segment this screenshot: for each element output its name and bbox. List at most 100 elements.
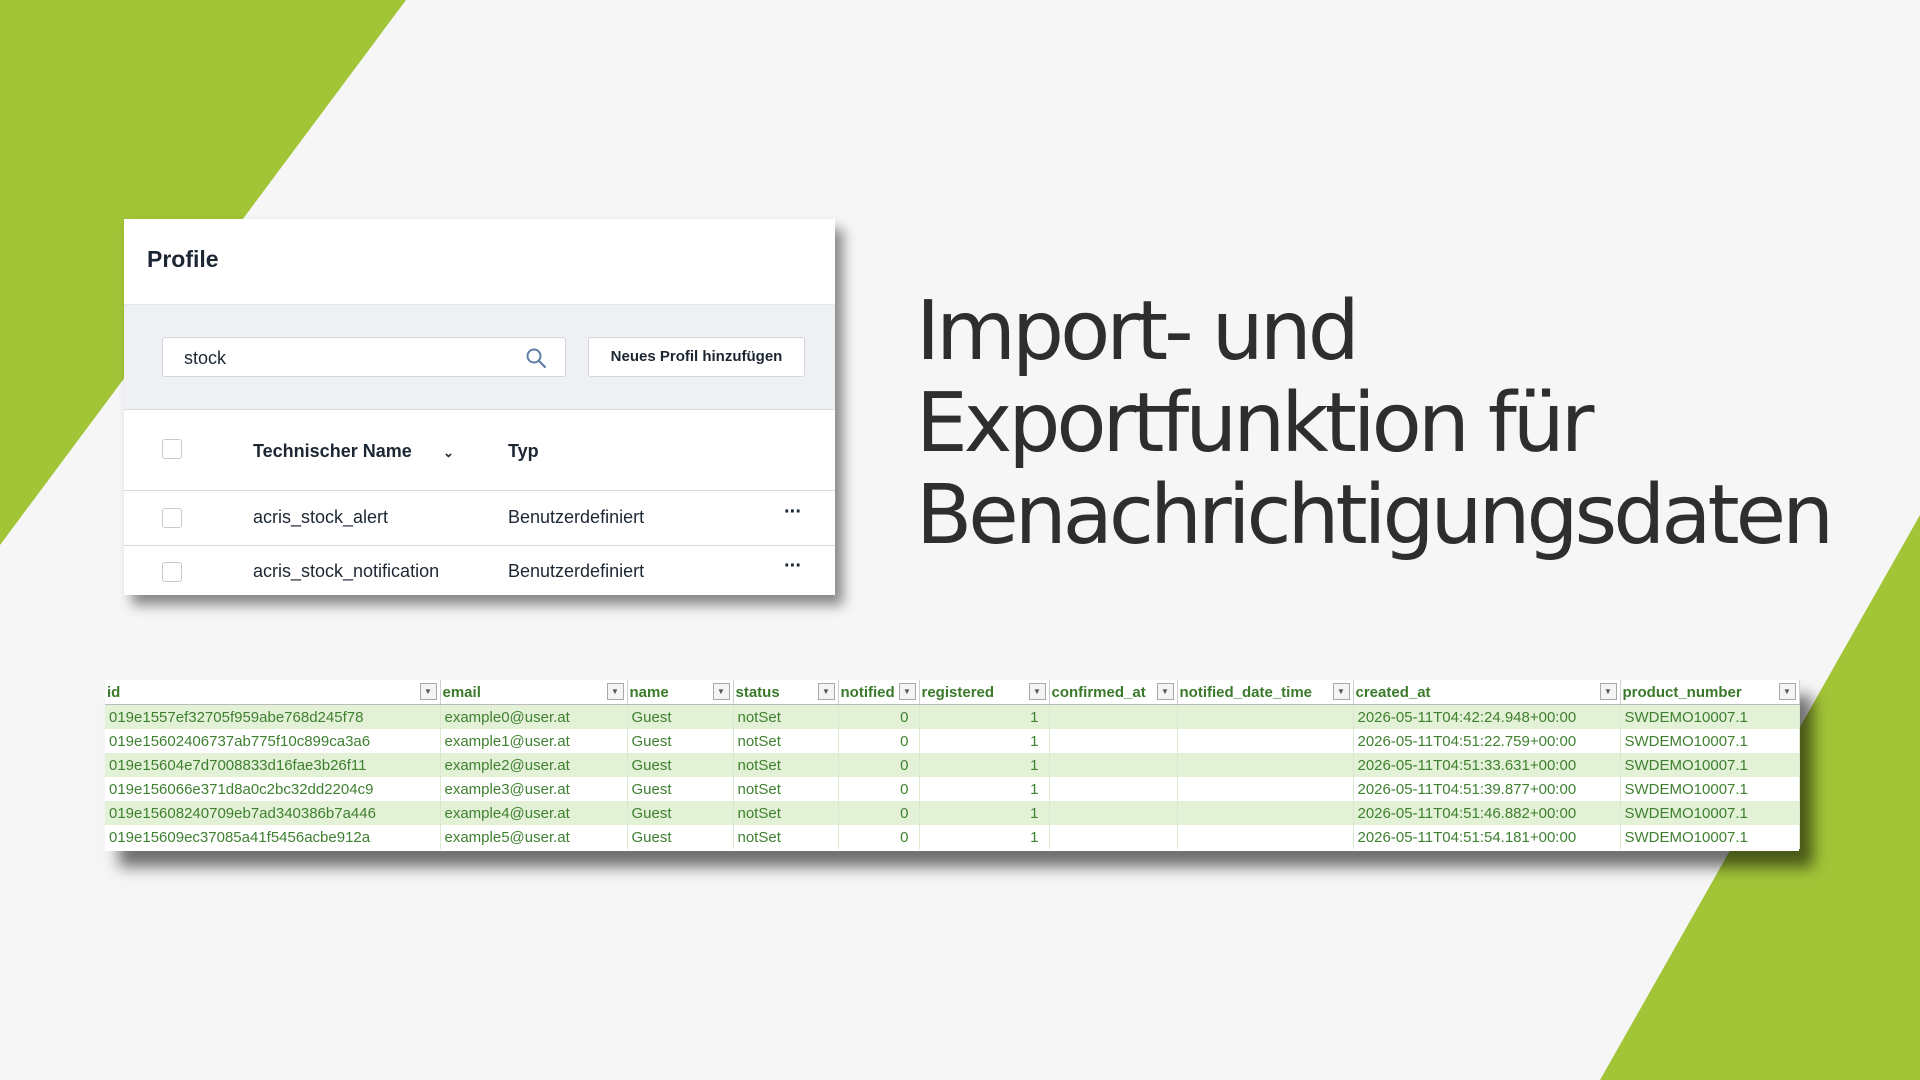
sheet-cell[interactable]: notSet [733,729,839,753]
sheet-cell[interactable]: example4@user.at [440,801,628,825]
sheet-cell[interactable]: 1 [919,777,1050,801]
sheet-cell[interactable] [1049,753,1178,777]
sheet-cell[interactable] [1177,825,1354,849]
filter-dropdown-icon[interactable]: ▼ [606,683,624,700]
sheet-cell[interactable] [1177,704,1354,729]
sheet-cell[interactable]: SWDEMO10007.1 [1620,801,1800,825]
sheet-cell[interactable] [1049,704,1178,729]
sheet-row[interactable]: 019e15608240709eb7ad340386b7a446 example4… [105,801,1800,825]
filter-dropdown-icon[interactable]: ▼ [1599,683,1617,700]
sheet-cell[interactable]: 019e15608240709eb7ad340386b7a446 [105,801,441,825]
filter-dropdown-icon[interactable]: ▼ [1028,683,1046,700]
sheet-header-cell[interactable]: notified_date_time ▼ [1177,680,1354,705]
column-header-name[interactable]: Technischer Name [253,441,412,462]
sheet-cell[interactable]: SWDEMO10007.1 [1620,704,1800,729]
sheet-cell[interactable]: 2026-05-11T04:51:22.759+00:00 [1353,729,1621,753]
sheet-cell[interactable]: 2026-05-11T04:51:33.631+00:00 [1353,753,1621,777]
sheet-cell[interactable]: notSet [733,704,839,729]
sheet-cell[interactable] [1177,729,1354,753]
sheet-cell[interactable]: 1 [919,753,1050,777]
sheet-cell[interactable]: Guest [627,777,734,801]
sheet-header-cell[interactable]: status ▼ [733,680,839,705]
sheet-header-cell[interactable]: name ▼ [627,680,734,705]
filter-dropdown-icon[interactable]: ▼ [817,683,835,700]
sheet-cell[interactable]: SWDEMO10007.1 [1620,729,1800,753]
sheet-cell[interactable]: SWDEMO10007.1 [1620,825,1800,849]
sheet-cell[interactable]: 2026-05-11T04:51:39.877+00:00 [1353,777,1621,801]
sheet-cell[interactable] [1049,777,1178,801]
sheet-cell[interactable]: 019e15609ec37085a41f5456acbe912a [105,825,441,849]
headline-line: Exportfunktion für [916,376,1594,471]
sheet-cell[interactable]: 0 [838,801,920,825]
sheet-header-cell[interactable]: id ▼ [105,680,441,705]
sheet-cell[interactable]: Guest [627,801,734,825]
sheet-cell[interactable]: 1 [919,704,1050,729]
sheet-cell[interactable]: notSet [733,825,839,849]
sheet-cell[interactable]: example3@user.at [440,777,628,801]
sheet-cell[interactable]: example1@user.at [440,729,628,753]
sheet-cell[interactable]: 1 [919,729,1050,753]
sheet-cell[interactable]: 2026-05-11T04:51:54.181+00:00 [1353,825,1621,849]
sheet-cell[interactable]: SWDEMO10007.1 [1620,753,1800,777]
sheet-row[interactable]: 019e15602406737ab775f10c899ca3a6 example1… [105,729,1800,753]
chevron-down-icon[interactable]: ⌄ [443,445,454,461]
sheet-cell[interactable]: 0 [838,753,920,777]
filter-dropdown-icon[interactable]: ▼ [1778,683,1796,700]
sheet-cell[interactable]: example0@user.at [440,704,628,729]
filter-dropdown-icon[interactable]: ▼ [712,683,730,700]
sheet-cell[interactable]: 1 [919,825,1050,849]
sheet-cell[interactable]: 0 [838,825,920,849]
filter-dropdown-icon[interactable]: ▼ [1156,683,1174,700]
sheet-cell[interactable]: 019e156066e371d8a0c2bc32dd2204c9 [105,777,441,801]
sheet-cell[interactable]: example5@user.at [440,825,628,849]
filter-dropdown-icon[interactable]: ▼ [898,683,916,700]
sheet-header-cell[interactable]: email ▼ [440,680,628,705]
sheet-cell[interactable] [1177,801,1354,825]
column-header-type[interactable]: Typ [508,441,539,462]
sheet-cell[interactable]: notSet [733,801,839,825]
sheet-cell[interactable]: SWDEMO10007.1 [1620,777,1800,801]
sheet-cell[interactable] [1177,777,1354,801]
sheet-cell[interactable]: 1 [919,801,1050,825]
sheet-header-cell[interactable]: registered ▼ [919,680,1050,705]
search-icon[interactable] [525,347,547,369]
sheet-row[interactable]: 019e15604e7d7008833d16fae3b26f11 example2… [105,753,1800,777]
sheet-cell[interactable] [1177,753,1354,777]
sheet-row[interactable]: 019e15609ec37085a41f5456acbe912a example5… [105,825,1800,849]
sheet-cell[interactable] [1049,801,1178,825]
filter-dropdown-icon[interactable]: ▼ [1332,683,1350,700]
row-checkbox[interactable] [162,508,182,528]
sheet-cell[interactable]: Guest [627,753,734,777]
sheet-row[interactable]: 019e1557ef32705f959abe768d245f78 example0… [105,704,1800,729]
more-actions-icon[interactable]: ··· [784,501,802,524]
sheet-cell[interactable]: example2@user.at [440,753,628,777]
add-profile-button[interactable]: Neues Profil hinzufügen [588,337,805,377]
sheet-cell[interactable]: 0 [838,729,920,753]
select-all-checkbox[interactable] [162,439,182,459]
more-actions-icon[interactable]: ··· [784,555,802,578]
sheet-cell[interactable] [1049,825,1178,849]
sheet-cell[interactable]: 0 [838,777,920,801]
sheet-header-cell[interactable]: confirmed_at ▼ [1049,680,1178,705]
table-row[interactable]: acris_stock_alert Benutzerdefiniert ··· [124,491,835,546]
table-row[interactable]: acris_stock_notification Benutzerdefinie… [124,545,835,599]
sheet-header-cell[interactable]: product_number ▼ [1620,680,1800,705]
sheet-cell[interactable]: notSet [733,777,839,801]
sheet-cell[interactable]: 0 [838,704,920,729]
sheet-cell[interactable]: 2026-05-11T04:51:46.882+00:00 [1353,801,1621,825]
sheet-cell[interactable] [1049,729,1178,753]
sheet-cell[interactable]: Guest [627,825,734,849]
sheet-header-cell[interactable]: created_at ▼ [1353,680,1621,705]
sheet-cell[interactable]: 019e1557ef32705f959abe768d245f78 [105,704,441,729]
row-checkbox[interactable] [162,562,182,582]
sheet-cell[interactable]: 019e15604e7d7008833d16fae3b26f11 [105,753,441,777]
filter-dropdown-icon[interactable]: ▼ [419,683,437,700]
search-input[interactable]: stock [162,337,566,377]
sheet-cell[interactable]: notSet [733,753,839,777]
sheet-cell[interactable]: 2026-05-11T04:42:24.948+00:00 [1353,704,1621,729]
sheet-cell[interactable]: Guest [627,729,734,753]
sheet-header-cell[interactable]: notified ▼ [838,680,920,705]
sheet-cell[interactable]: Guest [627,704,734,729]
sheet-cell[interactable]: 019e15602406737ab775f10c899ca3a6 [105,729,441,753]
sheet-row[interactable]: 019e156066e371d8a0c2bc32dd2204c9 example3… [105,777,1800,801]
